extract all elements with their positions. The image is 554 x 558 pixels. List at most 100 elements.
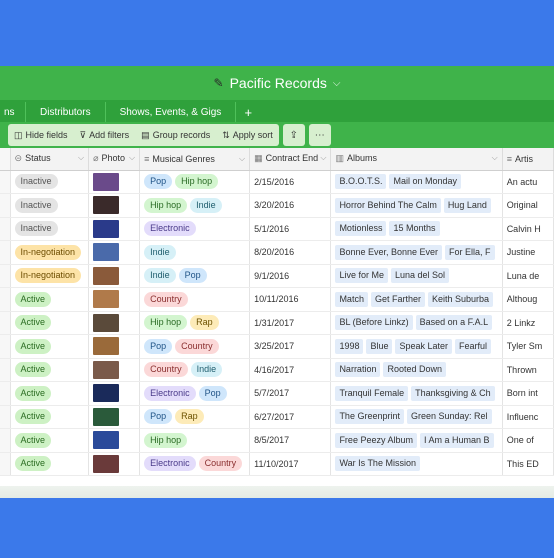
genres-cell[interactable]: Country <box>139 287 251 312</box>
photo-cell[interactable] <box>88 311 141 335</box>
row-number-cell[interactable] <box>0 217 11 241</box>
artist-cell[interactable]: Thrown <box>502 358 554 382</box>
album-link[interactable]: Get Farther <box>370 291 425 307</box>
album-link[interactable]: Blue <box>366 338 393 354</box>
chevron-down-icon[interactable]: ⌵ <box>333 78 341 89</box>
artist-photo-thumbnail[interactable] <box>93 266 120 285</box>
row-number-cell[interactable] <box>0 193 11 218</box>
contract-end-cell[interactable]: 4/16/2017 <box>249 358 332 382</box>
albums-cell[interactable]: Bonne Ever, Bonne Ever For Ella, F <box>330 240 503 265</box>
album-link[interactable]: Horror Behind The Calm <box>335 197 441 213</box>
photo-cell[interactable] <box>88 381 141 406</box>
artist-cell[interactable]: Tyler Sm <box>502 334 554 359</box>
add-filters-button[interactable]: ⊽ Add filters <box>80 130 130 141</box>
artist-photo-thumbnail[interactable] <box>93 431 120 450</box>
status-cell[interactable]: Inactive <box>10 193 90 218</box>
column-header-status[interactable]: ⊝ Status ⌵ <box>10 148 90 171</box>
table-row[interactable]: Active Electronic Pop 5/7/2017 Tranquil Fema… <box>0 381 554 406</box>
row-number-cell[interactable] <box>0 334 11 359</box>
artist-photo-thumbnail[interactable] <box>93 384 120 403</box>
row-number-cell[interactable] <box>0 240 11 265</box>
artist-photo-thumbnail[interactable] <box>93 337 120 356</box>
tab-partial[interactable]: ns <box>0 102 26 122</box>
artist-cell[interactable]: Original <box>502 193 554 218</box>
hide-fields-button[interactable]: ◫ Hide fields <box>14 130 68 141</box>
status-cell[interactable]: Active <box>10 405 90 429</box>
contract-end-cell[interactable]: 3/20/2016 <box>249 193 332 218</box>
chevron-down-icon[interactable]: ⌵ <box>239 154 245 164</box>
status-cell[interactable]: Active <box>10 358 90 382</box>
albums-cell[interactable]: Live for Me Luna del Sol <box>330 264 503 288</box>
row-number-cell[interactable] <box>0 452 11 476</box>
chevron-down-icon[interactable]: ⌵ <box>129 153 135 163</box>
table-row[interactable]: Inactive Electronic 5/1/2016 Motionless 15 M… <box>0 217 554 241</box>
table-row[interactable]: Active Hip hop Rap 1/31/2017 BL (Before Link… <box>0 311 554 335</box>
album-link[interactable]: BL (Before Linkz) <box>335 315 413 331</box>
album-link[interactable]: Live for Me <box>335 268 388 284</box>
status-cell[interactable]: Active <box>10 452 90 476</box>
contract-end-cell[interactable]: 3/25/2017 <box>249 334 332 359</box>
genres-cell[interactable]: Indie Pop <box>139 264 251 288</box>
artist-photo-thumbnail[interactable] <box>93 313 120 332</box>
contract-end-cell[interactable]: 9/1/2016 <box>249 264 332 288</box>
artist-cell[interactable]: One of <box>502 428 554 453</box>
base-title[interactable]: Pacific Records <box>230 75 327 91</box>
status-cell[interactable]: Active <box>10 381 90 406</box>
album-link[interactable]: Free Peezy Album <box>335 432 417 448</box>
share-icon[interactable]: ⇪ <box>282 124 305 146</box>
row-number-cell[interactable] <box>0 381 11 406</box>
artist-cell[interactable]: This ED <box>502 452 554 476</box>
album-link[interactable]: Green Sunday: Rel <box>406 409 492 425</box>
contract-end-cell[interactable]: 10/11/2016 <box>249 287 332 312</box>
albums-cell[interactable]: Motionless 15 Months <box>330 217 503 241</box>
table-row[interactable]: In-negotiation Indie Pop 9/1/2016 Live for M… <box>0 264 554 288</box>
artist-cell[interactable]: Calvin H <box>502 217 554 241</box>
albums-cell[interactable]: War Is The Mission <box>330 452 503 476</box>
photo-cell[interactable] <box>88 428 141 453</box>
row-number-cell[interactable] <box>0 358 11 382</box>
genres-cell[interactable]: Pop Country <box>139 334 251 359</box>
photo-cell[interactable] <box>88 240 141 265</box>
photo-cell[interactable] <box>88 170 141 194</box>
column-header-albums[interactable]: ▥ Albums ⌵ <box>330 148 503 171</box>
album-link[interactable]: Fearful <box>455 338 492 354</box>
photo-cell[interactable] <box>88 264 141 288</box>
genres-cell[interactable]: Pop Hip hop <box>139 170 251 194</box>
contract-end-cell[interactable]: 11/10/2017 <box>249 452 332 476</box>
chevron-down-icon[interactable]: ⌵ <box>320 153 326 163</box>
album-link[interactable]: I Am a Human B <box>419 432 494 448</box>
album-link[interactable]: Rooted Down <box>383 362 446 378</box>
photo-cell[interactable] <box>88 217 141 241</box>
artist-cell[interactable]: Justine <box>502 240 554 265</box>
albums-cell[interactable]: Horror Behind The Calm Hug Land <box>330 193 503 218</box>
photo-cell[interactable] <box>88 358 141 382</box>
status-cell[interactable]: Active <box>10 428 90 453</box>
status-cell[interactable]: Inactive <box>10 217 90 241</box>
contract-end-cell[interactable]: 5/1/2016 <box>249 217 332 241</box>
status-cell[interactable]: Active <box>10 287 90 312</box>
row-number-cell[interactable] <box>0 170 11 194</box>
artist-photo-thumbnail[interactable] <box>93 360 120 379</box>
albums-cell[interactable]: The Greenprint Green Sunday: Rel <box>330 405 503 429</box>
artist-photo-thumbnail[interactable] <box>93 172 120 191</box>
artist-photo-thumbnail[interactable] <box>93 454 120 473</box>
table-row[interactable]: Active Hip hop 8/5/2017 Free Peezy Album I A… <box>0 428 554 453</box>
table-row[interactable]: Inactive Hip hop Indie 3/20/2016 Horror Behi… <box>0 193 554 218</box>
status-cell[interactable]: In-negotiation <box>10 240 90 265</box>
artist-photo-thumbnail[interactable] <box>93 196 120 215</box>
album-link[interactable]: Bonne Ever, Bonne Ever <box>335 244 443 260</box>
row-number-cell[interactable] <box>0 264 11 288</box>
table-row[interactable]: Active Country Indie 4/16/2017 Narration Root… <box>0 358 554 382</box>
genres-cell[interactable]: Country Indie <box>139 358 251 382</box>
photo-cell[interactable] <box>88 334 141 359</box>
albums-cell[interactable]: Tranquil Female Thanksgiving & Ch <box>330 381 503 406</box>
artist-cell[interactable]: 2 Linkz <box>502 311 554 335</box>
row-number-cell[interactable] <box>0 287 11 312</box>
tab-distributors[interactable]: Distributors <box>26 102 106 122</box>
table-row[interactable]: In-negotiation Indie 8/20/2016 Bonne Ever, … <box>0 240 554 265</box>
artist-cell[interactable]: Althoug <box>502 287 554 312</box>
row-number-cell[interactable] <box>0 405 11 429</box>
genres-cell[interactable]: Electronic Country <box>139 452 251 476</box>
column-header-contract-end[interactable]: ▦ Contract End ⌵ <box>249 148 332 171</box>
albums-cell[interactable]: BL (Before Linkz) Based on a F.A.L <box>330 311 503 335</box>
